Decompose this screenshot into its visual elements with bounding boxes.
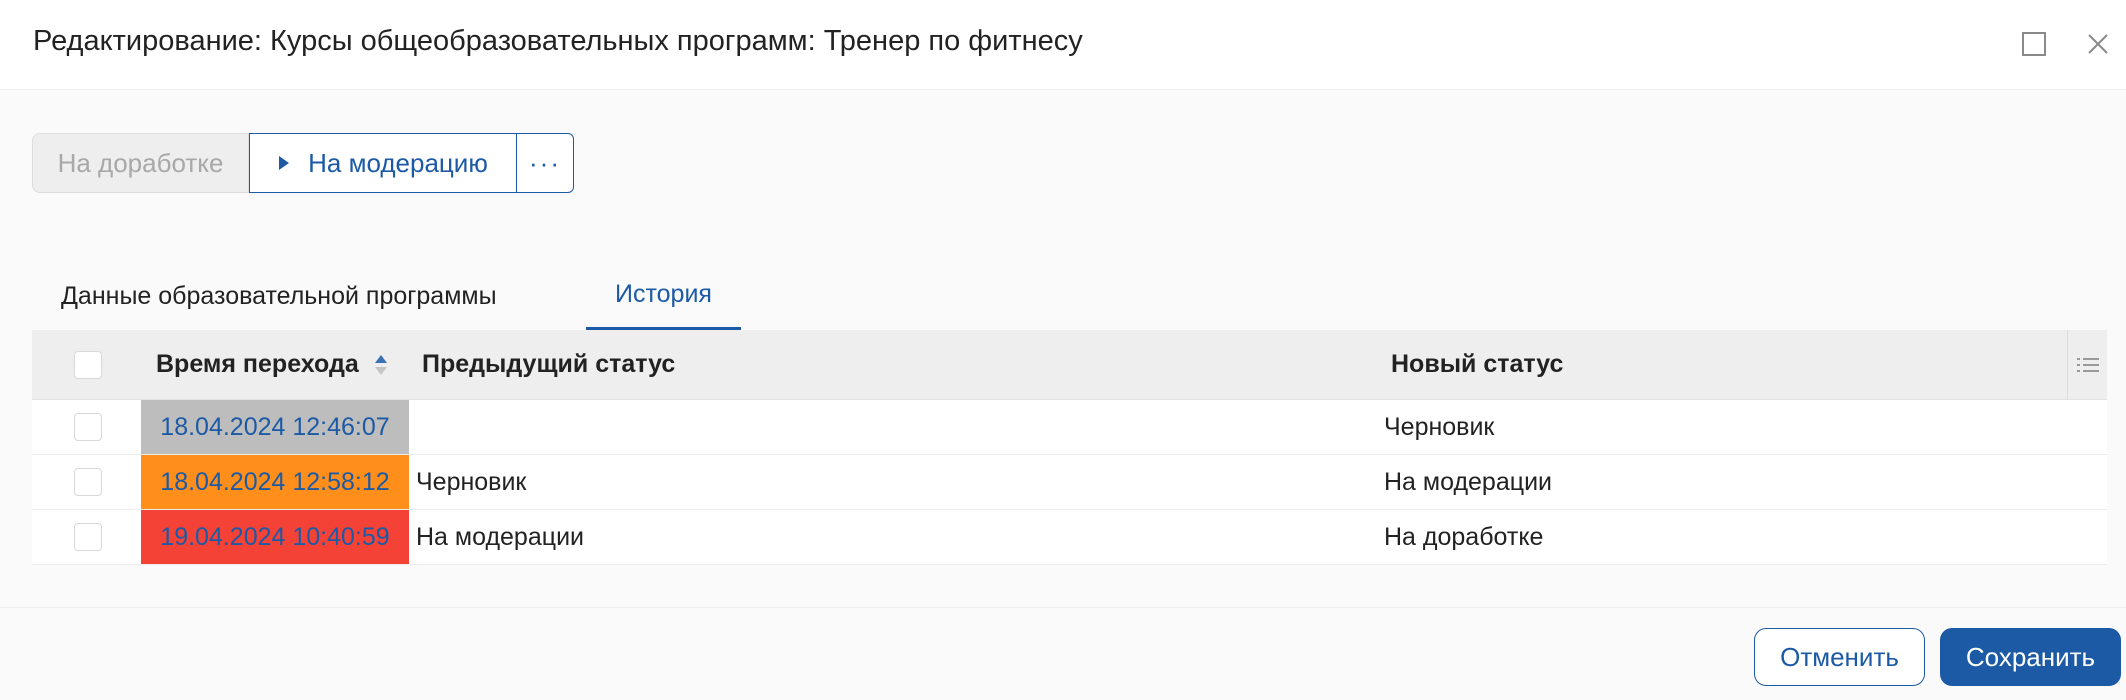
- sort-ascending-icon: [373, 352, 389, 378]
- table-row[interactable]: 19.04.2024 10:40:59 На модерации На дора…: [32, 510, 2107, 565]
- send-to-moderation-label: На модерацию: [308, 147, 488, 178]
- header-time: Время перехода: [156, 350, 359, 378]
- table-row[interactable]: 18.04.2024 12:58:12 Черновик На модераци…: [32, 455, 2107, 510]
- row-checkbox[interactable]: [74, 523, 102, 551]
- row-checkbox[interactable]: [74, 468, 102, 496]
- row-checkbox[interactable]: [74, 413, 102, 441]
- play-icon: [279, 156, 290, 170]
- transition-time[interactable]: 18.04.2024 12:58:12: [141, 455, 409, 509]
- table-row[interactable]: 18.04.2024 12:46:07 Черновик: [32, 400, 2107, 455]
- tab-program-data[interactable]: Данные образовательной программы: [61, 262, 497, 330]
- transition-time[interactable]: 19.04.2024 10:40:59: [141, 510, 409, 564]
- previous-status: На модерации: [416, 522, 584, 551]
- action-bar: На доработке На модерацию ···: [32, 133, 574, 193]
- dialog-title: Редактирование: Курсы общеобразовательны…: [33, 25, 1083, 57]
- tab-history[interactable]: История: [586, 262, 741, 330]
- rework-button: На доработке: [32, 133, 249, 193]
- history-table: Время перехода Предыдущий статус Новый с…: [32, 330, 2107, 565]
- header-new-status: Новый статус: [1391, 350, 1564, 378]
- maximize-button[interactable]: [2014, 24, 2054, 64]
- table-header: Время перехода Предыдущий статус Новый с…: [32, 330, 2107, 400]
- cancel-button[interactable]: Отменить: [1754, 628, 1925, 686]
- header-time-column[interactable]: Время перехода: [156, 330, 389, 399]
- new-status: На модерации: [1384, 467, 1552, 496]
- tab-bar: Данные образовательной программы История: [32, 262, 2107, 330]
- new-status: Черновик: [1384, 412, 1495, 441]
- save-button[interactable]: Сохранить: [1940, 628, 2121, 686]
- close-icon: [2088, 34, 2108, 54]
- header-previous-status: Предыдущий статус: [422, 350, 676, 378]
- column-settings-button[interactable]: [2067, 330, 2107, 400]
- transition-time[interactable]: 18.04.2024 12:46:07: [141, 400, 409, 454]
- send-to-moderation-button[interactable]: На модерацию: [249, 133, 517, 193]
- close-button[interactable]: [2078, 24, 2118, 64]
- new-status: На доработке: [1384, 522, 1544, 551]
- dialog-header: Редактирование: Курсы общеобразовательны…: [0, 0, 2126, 90]
- dialog-footer: Отменить Сохранить: [0, 607, 2126, 700]
- list-icon: [2076, 358, 2099, 372]
- select-all-checkbox[interactable]: [74, 350, 102, 379]
- maximize-icon: [2022, 32, 2046, 56]
- more-actions-button[interactable]: ···: [517, 133, 574, 193]
- previous-status: Черновик: [416, 467, 527, 496]
